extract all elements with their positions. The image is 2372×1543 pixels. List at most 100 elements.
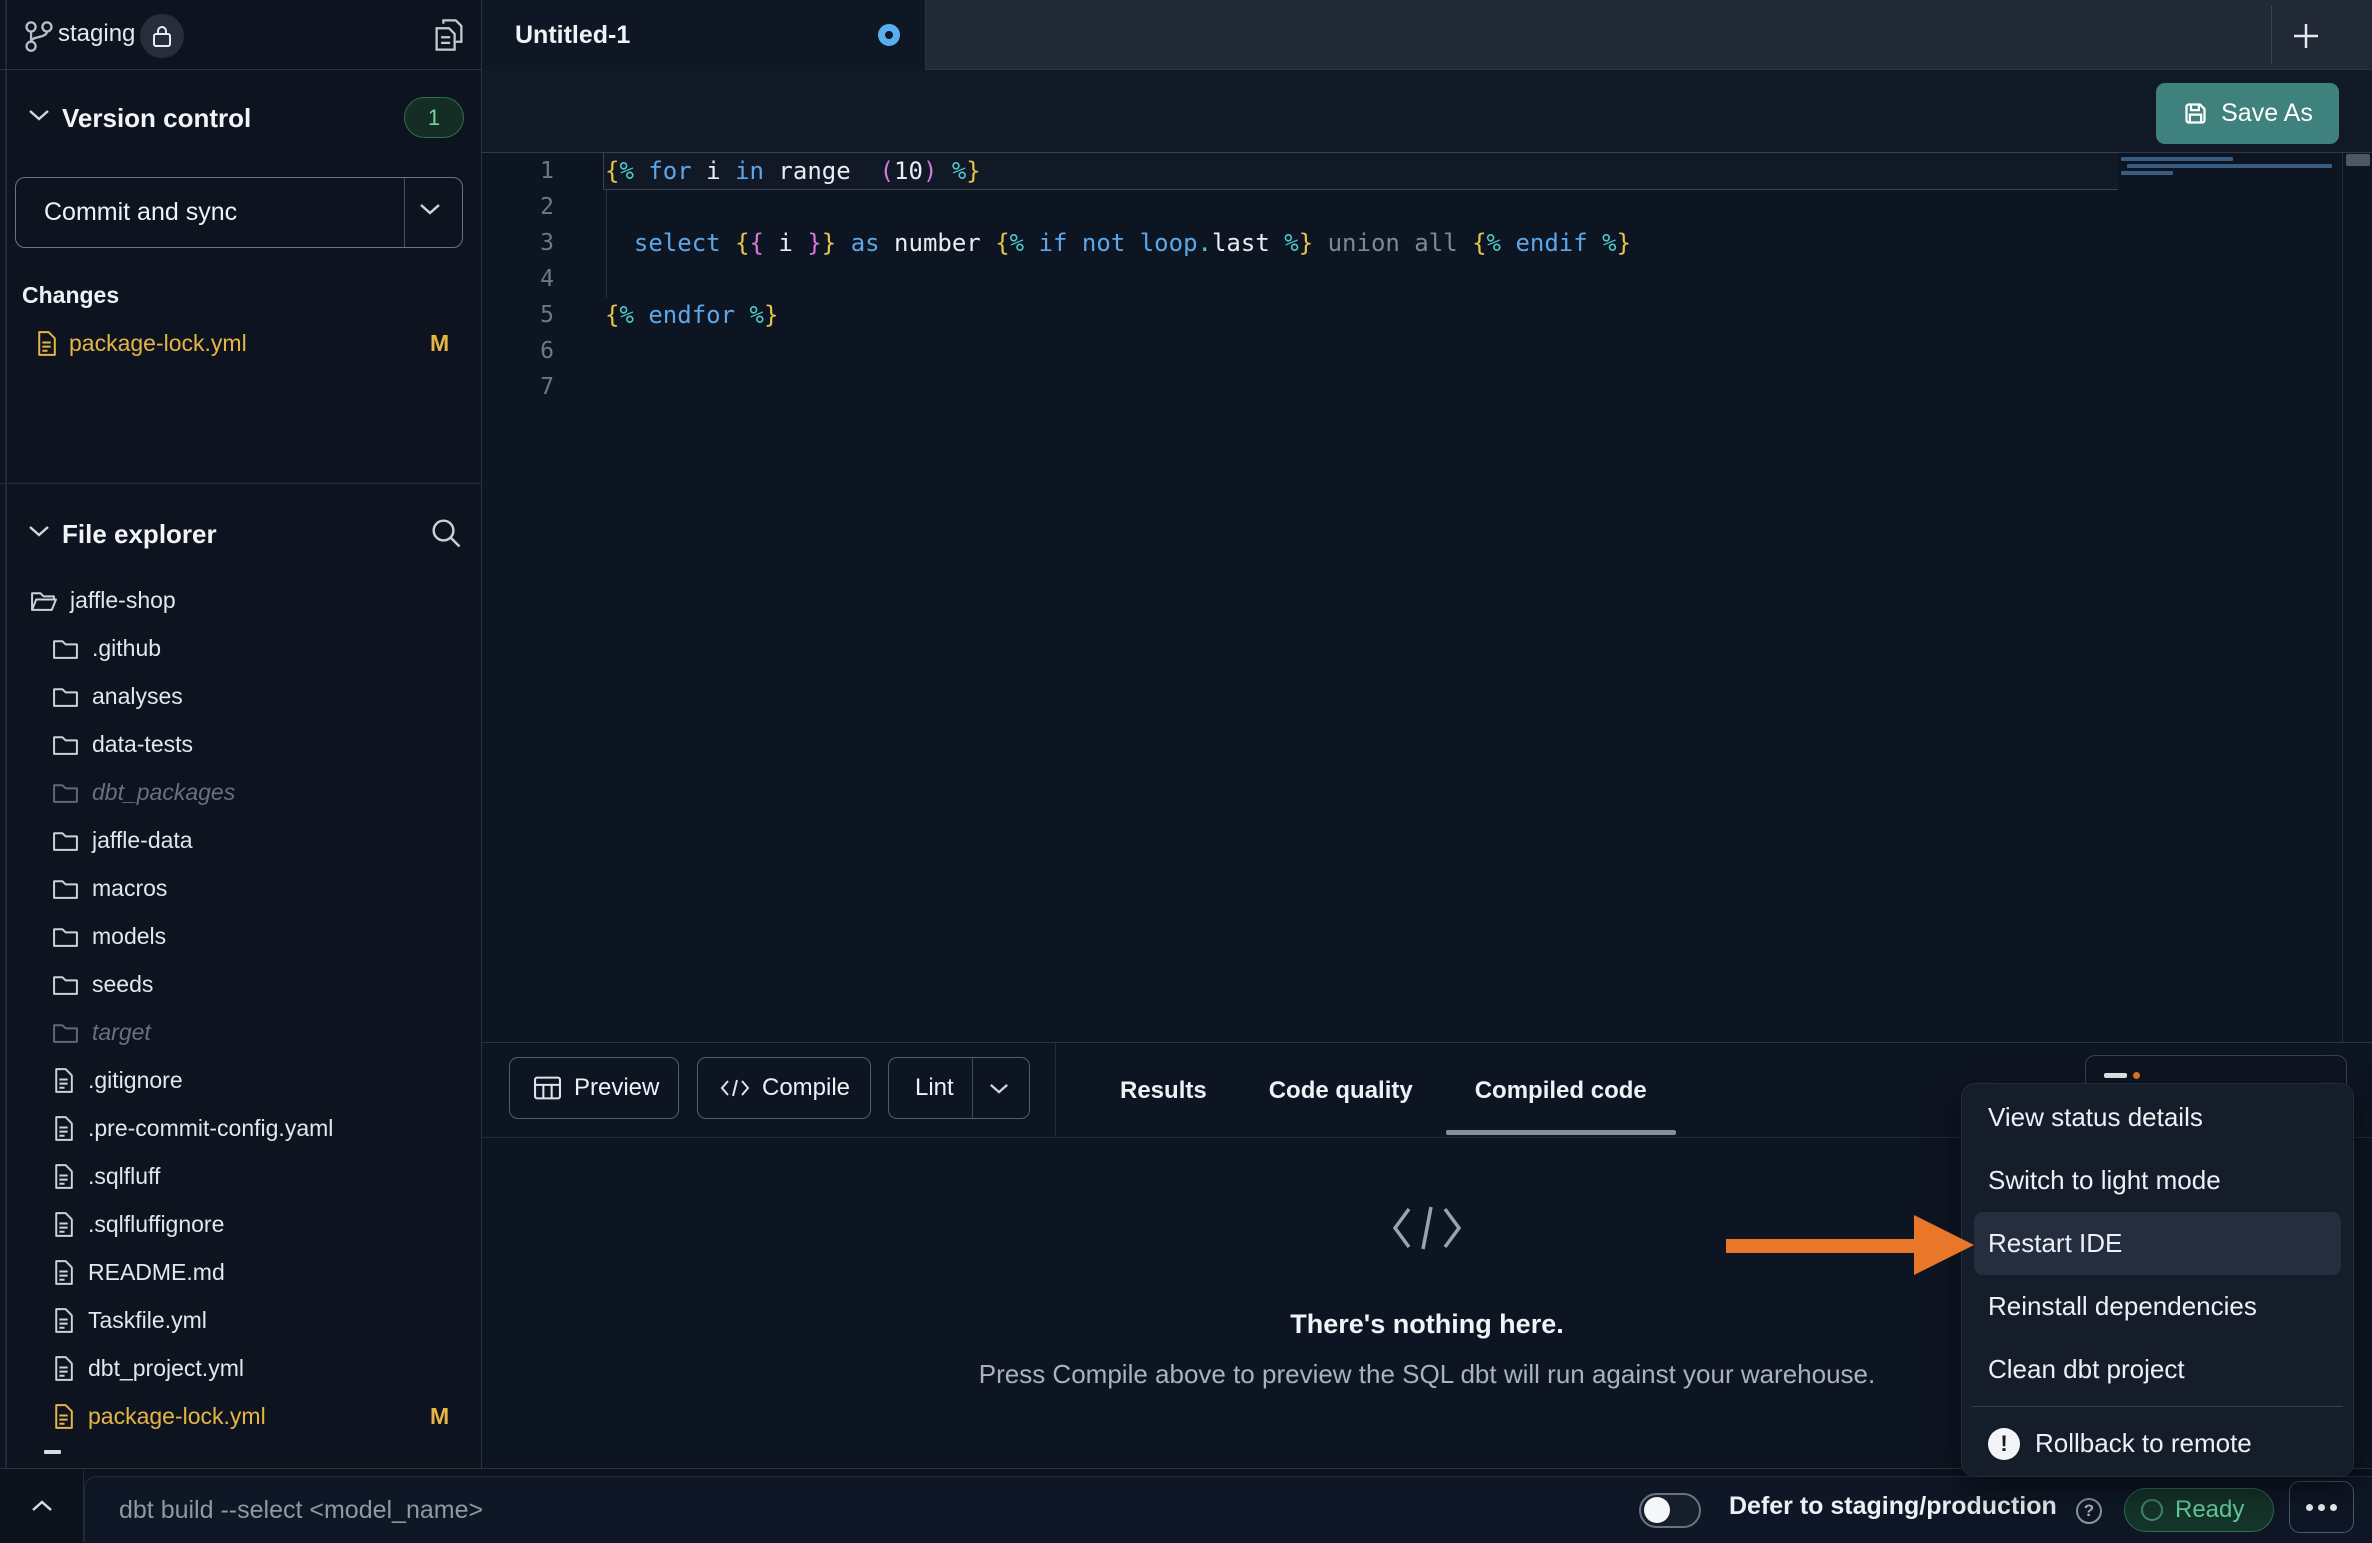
line-number: 1 <box>522 153 554 189</box>
file-icon <box>52 1307 75 1334</box>
code-line-7[interactable]: 7 <box>482 369 2372 405</box>
unsaved-changes-dot[interactable] <box>878 24 900 46</box>
tab-untitled-1[interactable]: Untitled-1 <box>482 0 926 70</box>
ide-options-menu: View status detailsSwitch to light modeR… <box>1961 1083 2354 1477</box>
file-tree-item-macros[interactable]: macros <box>0 864 481 912</box>
file-tree-label: dbt_project.yml <box>88 1355 244 1382</box>
menu-item-label: Rollback to remote <box>2035 1412 2252 1475</box>
code-line-5[interactable]: 5{% endfor %} <box>482 297 2372 333</box>
menu-item-label: Switch to light mode <box>1988 1149 2221 1212</box>
minimap[interactable] <box>2121 157 2339 178</box>
minimap-line <box>2127 164 2332 168</box>
tabstrip-divider <box>2271 6 2272 64</box>
file-tree-label: seeds <box>92 971 153 998</box>
file-tree-item-package-lock-yml[interactable]: package-lock.ymlM <box>0 1392 481 1440</box>
code-line-content: select {{ i }} as number {% if not loop.… <box>605 225 1631 261</box>
file-icon <box>52 1355 75 1382</box>
status-bar: Defer to staging/production ? Ready <box>0 1468 2372 1542</box>
line-number: 7 <box>522 369 554 405</box>
file-tree-label: target <box>92 1019 151 1046</box>
file-tree-item-analyses[interactable]: analyses <box>0 672 481 720</box>
menu-item-label: Restart IDE <box>1988 1212 2122 1275</box>
code-line-3[interactable]: 3 select {{ i }} as number {% if not loo… <box>482 225 2372 261</box>
file-tree-item-data-tests[interactable]: data-tests <box>0 720 481 768</box>
file-explorer-section: File explorer jaffle-shop .github analyses… <box>0 483 481 1468</box>
menu-item-restart-ide[interactable]: Restart IDE <box>1974 1212 2341 1275</box>
changes-list: package-lock.ymlM <box>0 320 482 366</box>
version-control-badge: 1 <box>404 97 464 138</box>
code-editor[interactable]: 1{% for i in range (10) %}23 select {{ i… <box>482 152 2372 1042</box>
copy-icon[interactable] <box>432 17 466 53</box>
search-icon[interactable] <box>430 517 462 549</box>
file-tree-item-models[interactable]: models <box>0 912 481 960</box>
code-line-1[interactable]: 1{% for i in range (10) %} <box>482 153 2372 189</box>
code-line-4[interactable]: 4 <box>482 261 2372 297</box>
file-tree-item--gitignore[interactable]: .gitignore <box>0 1056 481 1104</box>
file-tree-item-dbt-packages[interactable]: dbt_packages <box>0 768 481 816</box>
version-control-title[interactable]: Version control <box>62 103 251 134</box>
defer-label: Defer to staging/production <box>1729 1469 2057 1543</box>
file-tree-label: models <box>92 923 166 950</box>
file-tree-label: .pre-commit-config.yaml <box>88 1115 333 1142</box>
file-tree-item--sqlfluffignore[interactable]: .sqlfluffignore <box>0 1200 481 1248</box>
dot <box>2306 1504 2313 1511</box>
chevron-down-icon[interactable] <box>28 108 50 122</box>
more-options-button[interactable] <box>2289 1481 2354 1533</box>
branch-lock-badge <box>140 14 184 58</box>
commit-and-sync-button[interactable]: Commit and sync <box>15 177 463 248</box>
file-tree-label: .github <box>92 635 161 662</box>
help-icon[interactable]: ? <box>2076 1498 2102 1524</box>
file-tree-item-readme-md[interactable]: README.md <box>0 1248 481 1296</box>
changes-label: Changes <box>22 282 119 309</box>
file-tree-item-target[interactable]: target <box>0 1008 481 1056</box>
changed-file-package-lock-yml[interactable]: package-lock.ymlM <box>0 320 482 366</box>
chevron-down-icon[interactable] <box>28 524 50 538</box>
command-input[interactable] <box>119 1487 1519 1533</box>
menu-item-switch-to-light-mode[interactable]: Switch to light mode <box>1962 1149 2353 1212</box>
defer-toggle[interactable] <box>1639 1493 1701 1528</box>
status-badge[interactable]: Ready <box>2124 1488 2274 1532</box>
changed-file-label: package-lock.yml <box>69 330 247 357</box>
chevron-down-icon[interactable] <box>419 202 441 216</box>
line-number: 4 <box>522 261 554 297</box>
commit-button-divider <box>404 178 405 247</box>
status-dot <box>2133 1072 2140 1079</box>
save-icon <box>2182 100 2209 127</box>
indent-guide <box>606 190 607 298</box>
ready-label: Ready <box>2175 1496 2244 1524</box>
editor-scrollbar[interactable] <box>2346 154 2370 166</box>
file-icon <box>52 1211 75 1238</box>
collapse-panel-button[interactable] <box>0 1469 84 1542</box>
toggle-knob <box>1644 1497 1670 1523</box>
file-tree-label: dbt_packages <box>92 779 235 806</box>
code-line-2[interactable]: 2 <box>482 189 2372 225</box>
file-tree-item--pre-commit-config-yaml[interactable]: .pre-commit-config.yaml <box>0 1104 481 1152</box>
branch-name[interactable]: staging <box>58 20 135 48</box>
file-icon <box>52 1067 75 1094</box>
file-tree-item-jaffle-shop[interactable]: jaffle-shop <box>0 576 481 624</box>
code-line-6[interactable]: 6 <box>482 333 2372 369</box>
menu-item-reinstall-dependencies[interactable]: Reinstall dependencies <box>1962 1275 2353 1338</box>
menu-item-view-status-details[interactable]: View status details <box>1962 1086 2353 1149</box>
line-number: 6 <box>522 333 554 369</box>
menu-item-rollback-to-remote[interactable]: !Rollback to remote <box>1962 1412 2353 1475</box>
file-tree-item-jaffle-data[interactable]: jaffle-data <box>0 816 481 864</box>
menu-item-label: Clean dbt project <box>1988 1338 2185 1401</box>
save-as-button[interactable]: Save As <box>2156 83 2339 144</box>
file-tree-item--sqlfluff[interactable]: .sqlfluff <box>0 1152 481 1200</box>
editor-toolbar: Save As <box>482 70 2372 152</box>
new-tab-button[interactable] <box>2288 18 2324 54</box>
menu-item-clean-dbt-project[interactable]: Clean dbt project <box>1962 1338 2353 1401</box>
folder-icon <box>52 876 79 901</box>
minimap-line <box>2121 157 2233 161</box>
file-explorer-title[interactable]: File explorer <box>62 519 217 550</box>
file-tree-item-dbt-project-yml[interactable]: dbt_project.yml <box>0 1344 481 1392</box>
file-tree-label: README.md <box>88 1259 225 1286</box>
git-branch-icon <box>24 19 54 53</box>
file-tree-item--github[interactable]: .github <box>0 624 481 672</box>
file-tree-item-seeds[interactable]: seeds <box>0 960 481 1008</box>
file-tree-label: macros <box>92 875 167 902</box>
file-tree-item-taskfile-yml[interactable]: Taskfile.yml <box>0 1296 481 1344</box>
file-tree-label: jaffle-data <box>92 827 193 854</box>
file-tree-label: jaffle-shop <box>70 587 176 614</box>
